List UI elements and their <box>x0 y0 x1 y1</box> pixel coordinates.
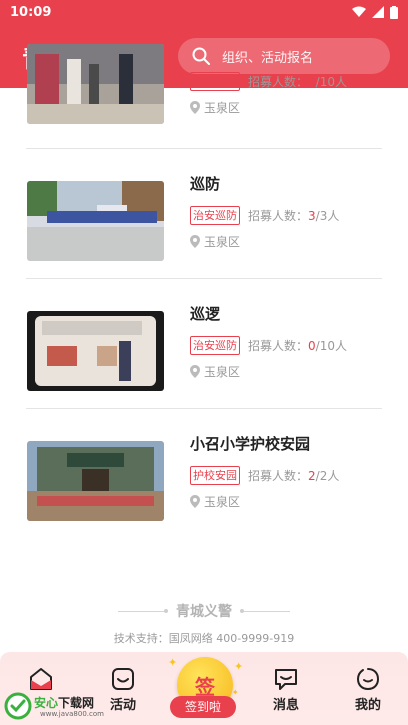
recruit-count: 招募人数：3/3人 <box>248 208 340 223</box>
activity-title <box>190 39 347 61</box>
recruit-count: 招募人数：0/10人 <box>248 338 347 353</box>
location-text: 玉泉区 <box>204 495 241 509</box>
nav-messages[interactable]: 消息 <box>256 666 316 713</box>
watermark-text: 安心下载网 <box>34 696 95 710</box>
watermark-logo-icon <box>4 692 32 720</box>
location-row: 玉泉区 <box>190 493 339 510</box>
location-row: 玉泉区 <box>190 99 347 116</box>
nav-home[interactable] <box>11 666 71 694</box>
activity-meta: 治安巡防 招募人数：3/3人 <box>190 205 339 225</box>
sign-in-label[interactable]: 签到啦 <box>170 696 236 718</box>
activity-title: 巡逻 <box>190 305 221 323</box>
nav-mine-label: 我的 <box>354 698 381 713</box>
category-tag: 护校安园 <box>190 465 240 485</box>
status-time: 10:09 <box>10 4 52 20</box>
sparkle-icon: ✦ <box>168 656 178 669</box>
category-tag: 治安巡防 <box>190 205 240 225</box>
footer-brand-text: 青城义警 <box>176 604 232 620</box>
list-item[interactable]: 巡逻 治安巡防 招募人数：0/10人 玉泉区 <box>26 279 382 409</box>
sparkle-icon: ✦ <box>232 688 239 697</box>
activity-title: 巡防 <box>190 175 221 193</box>
home-icon <box>30 668 52 690</box>
activity-meta: 治安巡防 招募人数：0/10人 <box>190 335 347 355</box>
activity-info: 巡防 治安巡防 招募人数：3/3人 玉泉区 <box>190 173 339 250</box>
activity-title: 小召小学护校安园 <box>190 435 311 453</box>
recruit-count: 招募人数：2/2人 <box>248 468 340 483</box>
nav-messages-label: 消息 <box>272 698 299 713</box>
activity-icon <box>112 668 134 690</box>
activity-thumbnail <box>27 44 164 124</box>
list-item[interactable]: 巡防 治安巡防 招募人数：3/3人 玉泉区 <box>26 149 382 279</box>
nav-mine[interactable]: 我的 <box>338 666 398 713</box>
location-text: 玉泉区 <box>204 365 241 379</box>
recruit-count: 招募人数：2/10人 <box>248 74 347 89</box>
divider <box>240 608 290 613</box>
list-item[interactable]: 小召小学护校安园 护校安园 招募人数：2/2人 玉泉区 <box>26 409 382 539</box>
footer-brand: 青城义警 <box>0 601 408 621</box>
status-icons <box>352 5 398 19</box>
location-pin-icon <box>190 235 200 248</box>
activity-meta: 护校安园 招募人数：2/2人 <box>190 465 339 485</box>
activity-info: 小召小学护校安园 护校安园 招募人数：2/2人 玉泉区 <box>190 433 339 510</box>
message-icon <box>275 669 297 690</box>
divider <box>118 608 168 613</box>
category-tag: 治安巡防 <box>190 71 240 91</box>
location-text: 玉泉区 <box>204 235 241 249</box>
location-pin-icon <box>190 365 200 378</box>
activity-thumbnail <box>27 311 164 391</box>
location-row: 玉泉区 <box>190 233 339 250</box>
activity-info: 巡逻 治安巡防 招募人数：0/10人 玉泉区 <box>190 303 347 380</box>
watermark: 安心下载网 www.java800.com <box>4 692 104 722</box>
profile-icon <box>356 668 380 691</box>
location-text: 玉泉区 <box>204 101 241 115</box>
watermark-url: www.java800.com <box>40 710 104 718</box>
location-row: 玉泉区 <box>190 363 347 380</box>
battery-icon <box>390 5 398 19</box>
activity-info: 治安巡防 招募人数：2/10人 玉泉区 <box>190 39 347 116</box>
wifi-icon <box>352 6 366 17</box>
location-pin-icon <box>190 495 200 508</box>
list-item[interactable]: 治安巡防 招募人数：2/10人 玉泉区 <box>26 19 382 149</box>
nav-activity-label: 活动 <box>109 698 136 713</box>
sparkle-icon: ✦ <box>234 660 244 673</box>
activity-meta: 治安巡防 招募人数：2/10人 <box>190 71 347 91</box>
tech-support-text: 技术支持：国凤网络 400-9999-919 <box>113 632 295 645</box>
signal-icon <box>372 6 384 18</box>
activity-thumbnail <box>27 441 164 521</box>
activity-thumbnail <box>27 181 164 261</box>
category-tag: 治安巡防 <box>190 335 240 355</box>
location-pin-icon <box>190 101 200 114</box>
